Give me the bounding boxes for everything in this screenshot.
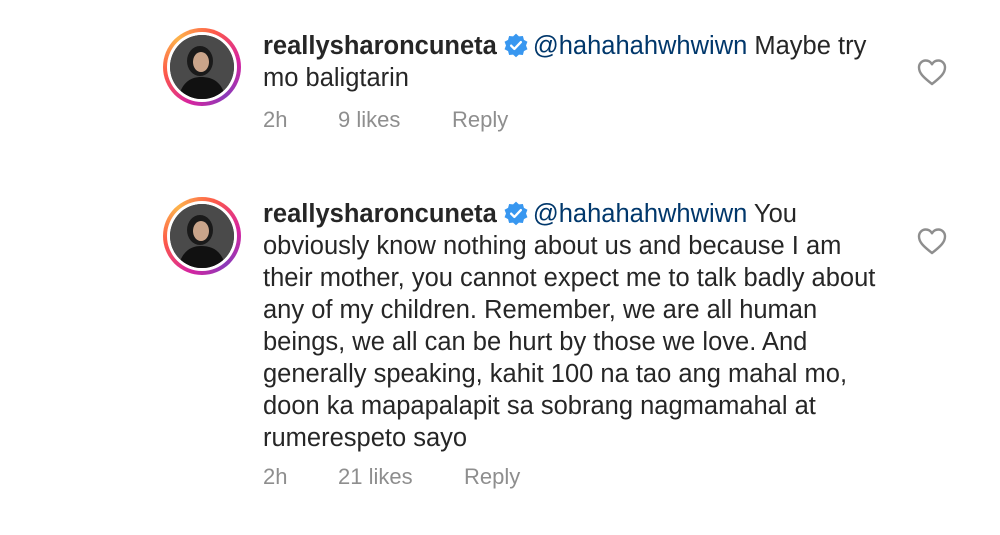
avatar-portrait [170, 35, 234, 99]
comment-username[interactable]: reallysharoncuneta [263, 200, 497, 228]
comment-mention[interactable]: @hahahahwhwiwn [533, 32, 747, 60]
comment-mention[interactable]: @hahahahwhwiwn [533, 200, 747, 228]
comment-body: You obviously know nothing about us and … [263, 200, 876, 452]
verified-badge-icon [504, 33, 528, 58]
comment-time[interactable]: 2h [263, 107, 287, 133]
comment-likes[interactable]: 9 likes [338, 107, 400, 133]
reply-button[interactable]: Reply [464, 464, 520, 490]
comment-text: reallysharoncuneta @hahahahwhwiwn You ob… [263, 198, 883, 454]
avatar [170, 204, 234, 268]
avatar-story-ring[interactable] [163, 197, 241, 275]
heart-icon[interactable] [917, 58, 947, 86]
avatar [170, 35, 234, 99]
verified-badge-icon [504, 201, 528, 226]
comment-time[interactable]: 2h [263, 464, 287, 490]
comment-likes[interactable]: 21 likes [338, 464, 413, 490]
comment-username[interactable]: reallysharoncuneta [263, 32, 497, 60]
heart-icon[interactable] [917, 227, 947, 255]
avatar-story-ring[interactable] [163, 28, 241, 106]
reply-button[interactable]: Reply [452, 107, 508, 133]
comment-text: reallysharoncuneta @hahahahwhwiwn Maybe … [263, 30, 883, 94]
avatar-portrait [170, 204, 234, 268]
